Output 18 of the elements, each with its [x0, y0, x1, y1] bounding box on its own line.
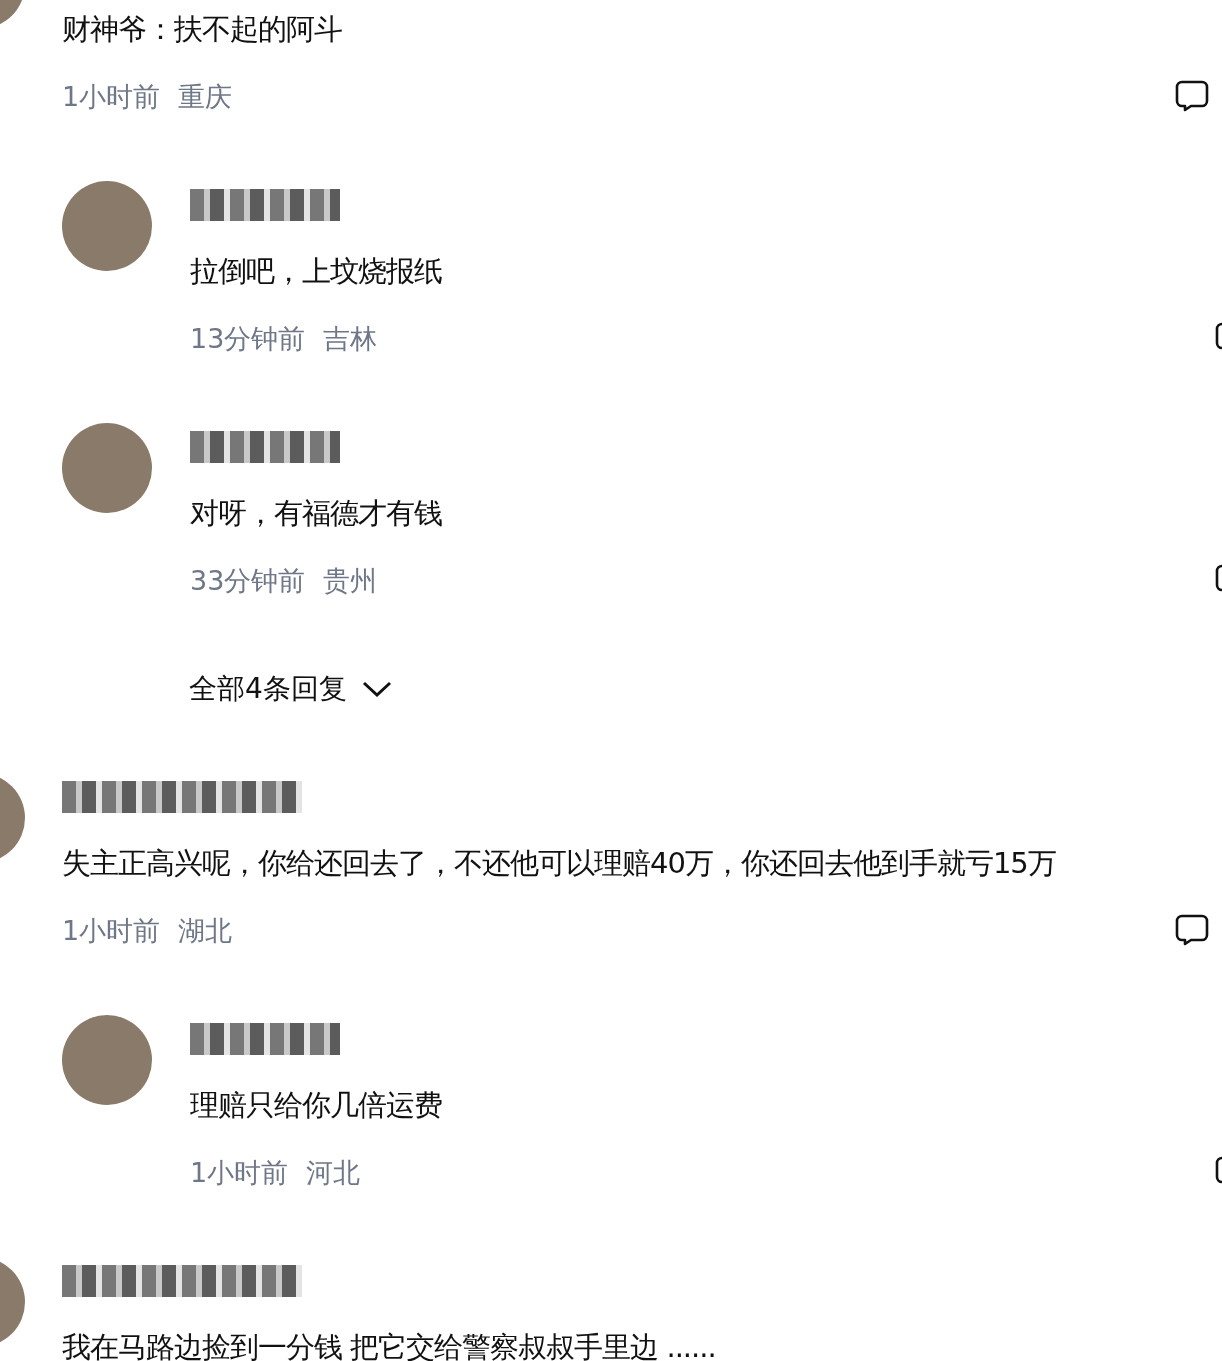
- comment-time: 1小时前: [190, 1155, 289, 1190]
- comment-location: 贵州: [323, 563, 378, 598]
- comment-time: 33分钟前: [190, 563, 306, 598]
- comment-text: 理赔只给你几倍运费: [190, 1087, 443, 1124]
- comment-text: 失主正高兴呢，你给还回去了，不还他可以理赔40万，你还回去他到手就亏15万: [62, 845, 1057, 882]
- chevron-down-icon: [360, 679, 393, 698]
- comment-location: 吉林: [323, 321, 378, 356]
- comment-time: 1小时前: [62, 913, 161, 948]
- expand-replies-button[interactable]: 全部4条回复: [189, 669, 393, 708]
- comment-text: 拉倒吧，上坟烧报纸: [190, 253, 443, 290]
- comment-location: 河北: [306, 1155, 361, 1190]
- comment-text: 对呀，有福德才有钱: [190, 495, 443, 532]
- comment-text: 我在马路边捡到一分钱 把它交给警察叔叔手里边 ......: [62, 1329, 717, 1361]
- comment-text: 财神爷：扶不起的阿斗: [62, 11, 343, 48]
- comment-time: 1小时前: [62, 79, 161, 114]
- comment-time: 13分钟前: [190, 321, 306, 356]
- comment-location: 重庆: [178, 79, 233, 114]
- comment-location: 湖北: [178, 913, 233, 948]
